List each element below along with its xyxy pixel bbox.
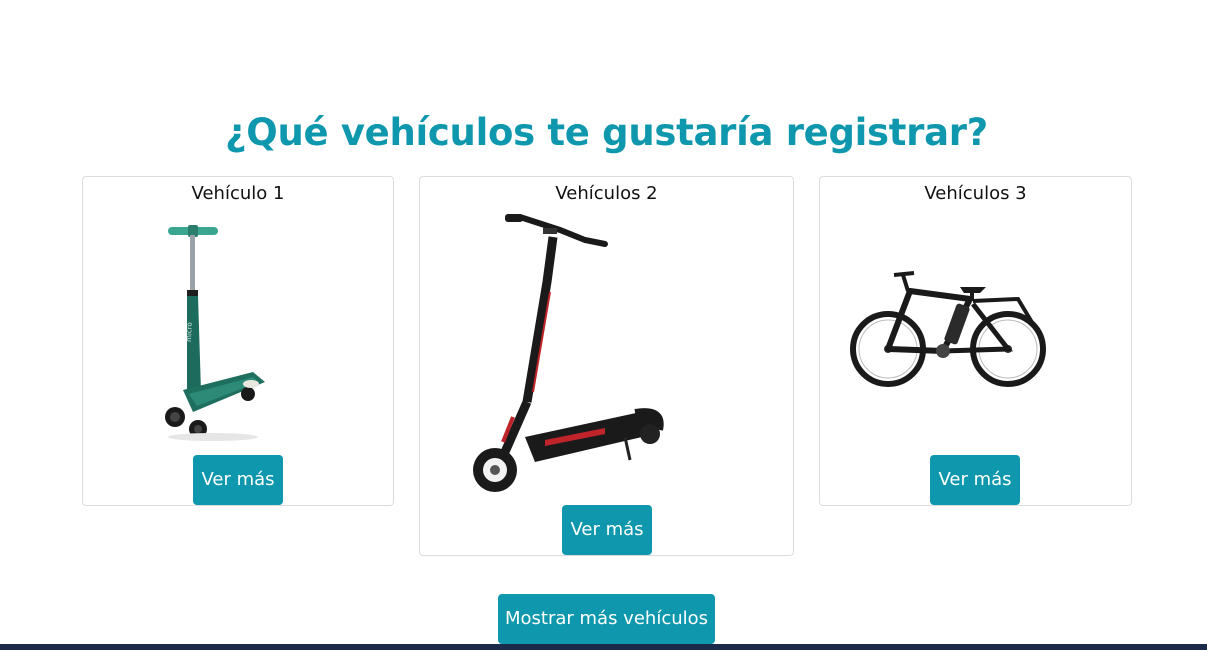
page-title: ¿Qué vehículos te gustaría registrar? <box>225 111 988 154</box>
kick-scooter-image: micro <box>165 225 265 441</box>
vehicle-card-3: Vehículos 3 Ver más <box>819 176 1132 506</box>
vehicle-card-title: Vehículos 3 <box>924 183 1027 204</box>
vehicle-card-title: Vehículo 1 <box>191 183 285 204</box>
vehicle-card-1: Vehículo 1 micro Ver más <box>82 176 394 506</box>
ver-mas-button[interactable]: Ver más <box>930 455 1020 505</box>
ver-mas-button[interactable]: Ver más <box>562 505 652 555</box>
vehicle-card-title: Vehículos 2 <box>555 183 658 204</box>
vehicle-card-2: Vehículos 2 Ver más <box>419 176 794 556</box>
taskbar-strip <box>0 644 1207 650</box>
electric-bicycle-image <box>850 271 1046 387</box>
page: ¿Qué vehículos te gustaría registrar? Ve… <box>0 0 1207 650</box>
svg-text:micro: micro <box>185 322 194 342</box>
ver-mas-button[interactable]: Ver más <box>193 455 283 505</box>
show-more-vehicles-button[interactable]: Mostrar más vehículos <box>498 594 715 644</box>
electric-scooter-image <box>473 214 664 492</box>
